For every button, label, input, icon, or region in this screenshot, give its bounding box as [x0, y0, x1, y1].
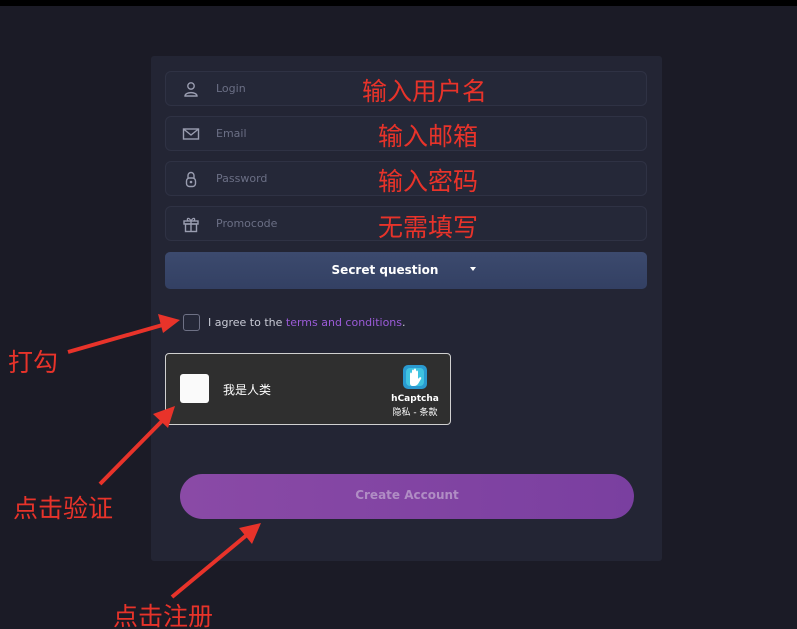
annotation-arrows: [67, 314, 261, 599]
arrow-to-create: [170, 532, 250, 599]
arrow-to-checkbox: [67, 322, 167, 354]
arrowhead-checkbox-icon: [158, 314, 180, 333]
arrow-to-captcha: [98, 418, 165, 486]
